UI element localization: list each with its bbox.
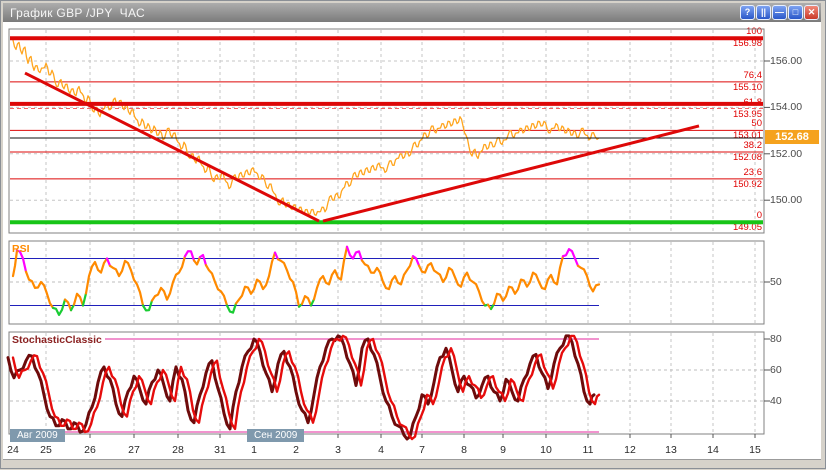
pin-button[interactable]: || <box>756 5 771 20</box>
window-title: График GBP /JPY ЧАС <box>3 6 145 20</box>
chart-window: График GBP /JPY ЧАС ?||—□✕ 156.00154.001… <box>0 0 826 469</box>
help-button[interactable]: ? <box>740 5 755 20</box>
rsi-panel[interactable] <box>9 241 764 324</box>
stochastic-panel[interactable] <box>9 332 764 434</box>
title-bar[interactable]: График GBP /JPY ЧАС ?||—□✕ <box>3 3 821 22</box>
minimize-button[interactable]: — <box>772 5 787 20</box>
price-panel[interactable] <box>9 29 764 233</box>
close-button[interactable]: ✕ <box>804 5 819 20</box>
window-buttons: ?||—□✕ <box>740 5 819 20</box>
maximize-button[interactable]: □ <box>788 5 803 20</box>
